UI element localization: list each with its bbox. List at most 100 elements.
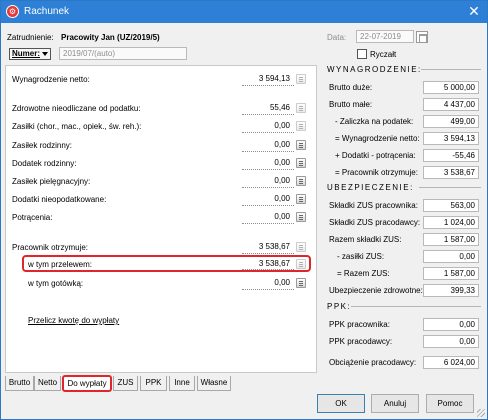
brutto-duze-value: 5 000,00 — [423, 81, 479, 94]
calculator-icon[interactable] — [296, 158, 306, 168]
zus-sum-label: = Razem ZUS: — [337, 269, 390, 278]
tab-do-wyplaty[interactable]: Do wypłaty — [62, 375, 112, 392]
employee-receives-sum-value: 3 538,67 — [423, 166, 479, 179]
tab-zus[interactable]: ZUS — [113, 376, 138, 391]
value-underline — [242, 169, 294, 170]
untaxed-supplements-value: 0,00 — [274, 194, 290, 203]
transfer-value: 3 538,67 — [258, 259, 290, 268]
value-underline — [242, 132, 294, 133]
benefits-value: 0,00 — [274, 121, 290, 130]
number-type-dropdown[interactable]: Numer: — [9, 48, 52, 60]
transfer-label: w tym przelewem: — [28, 260, 93, 269]
tab-netto[interactable]: Netto — [34, 376, 61, 391]
employer-cost-label: Obciążenie pracodawcy: — [329, 358, 417, 367]
section-ubezpieczenie-title: UBEZPIECZENIE: — [327, 183, 414, 192]
value-underline — [242, 151, 294, 152]
tax-advance-value: 499,00 — [423, 115, 479, 128]
calculator-icon[interactable] — [296, 194, 306, 204]
employee-receives-label: Pracownik otrzymuje: — [12, 243, 89, 252]
zus-sum-value: 1 587,00 — [423, 267, 479, 280]
untaxed-supplements-label: Dodatki nieopodatkowane: — [12, 195, 107, 204]
date-label: Data: — [327, 33, 347, 42]
zus-benefits-value: 0,00 — [423, 250, 479, 263]
ppk-employer-label: PPK pracodawcy: — [329, 337, 393, 346]
calculator-icon — [296, 74, 306, 84]
number-input[interactable]: 2019/07/(auto) — [59, 47, 187, 60]
resize-grip[interactable] — [477, 409, 485, 417]
ryczalt-label: Ryczałt — [370, 50, 397, 59]
title-bar: ⚙ Rachunek ✕ — [1, 1, 487, 23]
health-contribution-value: 399,33 — [423, 284, 479, 297]
tab-brutto[interactable]: Brutto — [5, 376, 34, 391]
tab-ppk[interactable]: PPK — [140, 376, 167, 391]
recalculate-link[interactable]: Przelicz kwotę do wypłaty — [28, 316, 119, 325]
rachunek-window: ⚙ Rachunek ✕ Zatrudnienie: Pracowity Jan… — [0, 0, 488, 420]
net-result-label: = Wynagrodzenie netto: — [335, 134, 420, 143]
ppk-employee-value: 0,00 — [423, 318, 479, 331]
family-supplement-value: 0,00 — [274, 158, 290, 167]
zus-employer-value: 1 024,00 — [423, 216, 479, 229]
date-input[interactable]: 22-07-2019 — [356, 30, 414, 43]
ppk-employer-value: 0,00 — [423, 335, 479, 348]
section-divider — [421, 69, 481, 70]
cash-label: w tym gotówką: — [28, 279, 84, 288]
zus-benefits-label: - zasiłki ZUS: — [337, 252, 385, 261]
supplements-minus-deductions-value: -55,46 — [423, 149, 479, 162]
net-salary-value: 3 594,13 — [258, 74, 290, 83]
dialog-body: Zatrudnienie: Pracowity Jan (UZ/2019/5) … — [1, 23, 487, 381]
zus-total-value: 1 587,00 — [423, 233, 479, 246]
net-result-value: 3 594,13 — [423, 132, 479, 145]
calculator-icon[interactable] — [296, 212, 306, 222]
family-supplement-label: Dodatek rodzinny: — [12, 159, 77, 168]
ryczalt-checkbox[interactable] — [357, 49, 367, 59]
calendar-icon[interactable] — [416, 31, 428, 43]
cash-value: 0,00 — [274, 278, 290, 287]
window-title: Rachunek — [24, 6, 70, 17]
supplements-minus-deductions-label: + Dodatki - potrącenia: — [335, 151, 416, 160]
section-ppk-title: PPK: — [327, 302, 352, 311]
calculator-icon[interactable] — [296, 140, 306, 150]
help-button[interactable]: Pomoc — [426, 394, 474, 413]
calculator-icon — [296, 121, 306, 131]
benefits-label: Zasiłki (chor., mac., opiek., św. reh.): — [12, 122, 142, 131]
section-divider — [419, 187, 481, 188]
value-underline — [242, 253, 294, 254]
calculator-icon — [296, 242, 306, 252]
employment-value: Pracowity Jan (UZ/2019/5) — [61, 33, 160, 42]
health-insurance-value: 55,46 — [269, 103, 290, 112]
value-underline — [242, 205, 294, 206]
value-underline — [242, 269, 294, 270]
family-allowance-value: 0,00 — [274, 140, 290, 149]
zus-total-label: Razem składki ZUS: — [329, 235, 402, 244]
calculator-icon[interactable] — [296, 176, 306, 186]
calculator-icon — [296, 103, 306, 113]
brutto-male-label: Brutto małe: — [329, 100, 373, 109]
do-wyplaty-panel: Wynagrodzenie netto: 3 594,13 Zdrowotne … — [5, 65, 317, 373]
tab-inne[interactable]: Inne — [169, 376, 195, 391]
value-underline — [242, 289, 294, 290]
section-wynagrodzenie-title: WYNAGRODZENIE: — [327, 65, 422, 74]
zus-employee-label: Składki ZUS pracownika: — [329, 201, 418, 210]
app-icon: ⚙ — [6, 5, 19, 18]
health-insurance-label: Zdrowotne nieodliczane od podatku: — [12, 104, 141, 113]
net-salary-label: Wynagrodzenie netto: — [12, 75, 90, 84]
employee-receives-sum-label: = Pracownik otrzymuje: — [335, 168, 418, 177]
section-divider — [351, 306, 481, 307]
cancel-button[interactable]: Anuluj — [371, 394, 419, 413]
employee-receives-value: 3 538,67 — [258, 242, 290, 251]
value-underline — [242, 187, 294, 188]
value-underline — [242, 223, 294, 224]
ppk-employee-label: PPK pracownika: — [329, 320, 390, 329]
deductions-value: 0,00 — [274, 212, 290, 221]
close-icon[interactable]: ✕ — [465, 3, 483, 21]
ok-button[interactable]: OK — [317, 394, 365, 413]
calculator-icon[interactable] — [296, 278, 306, 288]
value-underline — [242, 85, 294, 86]
deductions-label: Potrącenia: — [12, 213, 53, 222]
value-underline — [242, 114, 294, 115]
tab-wlasne[interactable]: Własne — [197, 376, 231, 391]
chevron-down-icon — [42, 51, 49, 56]
employer-cost-value: 6 024,00 — [423, 356, 479, 369]
tax-advance-label: - Zaliczka na podatek: — [335, 117, 414, 126]
employment-label: Zatrudnienie: — [7, 33, 54, 42]
